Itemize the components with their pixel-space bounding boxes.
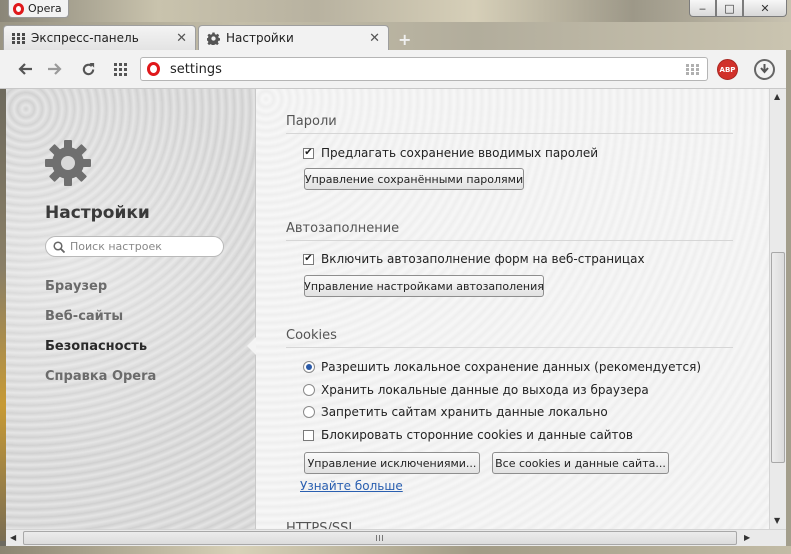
sidebar-item-help[interactable]: Справка Opera [45, 369, 156, 384]
opera-page-icon [147, 62, 160, 76]
cookies-allow-radio[interactable]: Разрешить локальное сохранение данных (р… [303, 360, 701, 374]
checkbox-unchecked[interactable] [303, 429, 314, 441]
divider [286, 347, 733, 348]
section-title-passwords: Пароли [286, 114, 337, 129]
horizontal-scrollbar[interactable]: ◀ ▶ [6, 529, 786, 546]
settings-page: Настройки Браузер Веб-сайты Безопасность… [6, 89, 769, 541]
scroll-right-icon[interactable]: ▶ [744, 533, 750, 542]
section-title-cookies: Cookies [286, 328, 337, 343]
adblock-plus-button[interactable]: ABP [717, 59, 738, 80]
scroll-thumb[interactable] [23, 531, 737, 545]
current-section-pointer [247, 337, 256, 355]
manage-autofill-button[interactable]: Управление настройками автозаполения [304, 275, 544, 297]
cookies-session-radio[interactable]: Хранить локальные данные до выхода из бр… [303, 383, 649, 397]
block-third-party-option[interactable]: Блокировать сторонние cookies и данные с… [303, 428, 633, 442]
address-text: settings [170, 61, 222, 77]
cookies-block-radio[interactable]: Запретить сайтам хранить данные локально [303, 405, 608, 419]
minimize-button[interactable]: ‒ [689, 0, 716, 17]
divider [286, 133, 733, 134]
offer-save-passwords-option[interactable]: ✔ Предлагать сохранение вводимых паролей [303, 146, 598, 160]
option-label: Хранить локальные данные до выхода из бр… [321, 383, 649, 397]
enable-autofill-option[interactable]: ✔ Включить автозаполнение форм на веб-ст… [303, 252, 645, 266]
tab-settings[interactable]: Настройки ✕ [198, 25, 389, 50]
download-icon [760, 64, 769, 74]
tab-strip: Экспресс-панель ✕ Настройки ✕ + [0, 22, 791, 50]
close-tab-icon[interactable]: ✕ [369, 31, 380, 46]
grid-icon [12, 32, 25, 44]
minimize-icon: ‒ [699, 1, 706, 15]
checkbox-checked[interactable]: ✔ [303, 147, 314, 159]
settings-search[interactable] [45, 236, 224, 257]
grip-icon [376, 535, 384, 541]
add-to-speed-dial-icon[interactable] [686, 64, 699, 75]
downloads-button[interactable] [754, 59, 775, 80]
all-cookies-button[interactable]: Все cookies и данные сайта... [492, 452, 669, 474]
close-tab-icon[interactable]: ✕ [176, 31, 187, 46]
learn-more-link[interactable]: Узнайте больше [300, 479, 403, 493]
manage-exceptions-button[interactable]: Управление исключениями... [304, 452, 480, 474]
app-title: Opera [28, 2, 62, 15]
gear-icon [207, 32, 220, 45]
opera-logo-icon [13, 2, 24, 15]
sidebar-item-browser[interactable]: Браузер [45, 279, 107, 294]
section-title-autofill: Автозаполнение [286, 221, 400, 236]
sidebar-item-websites[interactable]: Веб-сайты [45, 309, 123, 324]
window-frame-right [786, 50, 791, 546]
speed-dial-button[interactable] [109, 59, 131, 79]
maximize-button[interactable]: □ [716, 0, 743, 17]
checkbox-checked[interactable]: ✔ [303, 253, 314, 265]
new-tab-button[interactable]: + [398, 30, 411, 49]
reload-button[interactable] [77, 59, 99, 79]
back-button[interactable] [14, 59, 36, 79]
settings-sidebar: Настройки Браузер Веб-сайты Безопасность… [6, 89, 256, 541]
close-window-button[interactable]: ✕ [743, 0, 787, 17]
option-label: Включить автозаполнение форм на веб-стра… [321, 252, 645, 266]
radio-unselected[interactable] [303, 406, 315, 418]
settings-main: Пароли ✔ Предлагать сохранение вводимых … [256, 89, 769, 541]
scroll-down-icon[interactable]: ▼ [774, 516, 780, 525]
scroll-up-icon[interactable]: ▲ [774, 92, 780, 101]
forward-button[interactable] [44, 59, 66, 79]
window-frame-bottom [0, 546, 791, 554]
back-icon [18, 63, 32, 75]
settings-title: Настройки [45, 203, 150, 223]
search-input[interactable] [68, 239, 222, 254]
speed-dial-icon [113, 62, 127, 76]
forward-icon [48, 63, 62, 75]
vertical-scrollbar[interactable]: ▲ ▼ [769, 89, 786, 529]
abp-label: ABP [719, 65, 736, 74]
tab-label: Настройки [226, 31, 294, 45]
tab-label: Экспресс-панель [31, 31, 139, 45]
title-bar: Opera ‒ □ ✕ [0, 0, 791, 22]
option-label: Разрешить локальное сохранение данных (р… [321, 360, 702, 374]
address-bar[interactable]: settings [140, 57, 708, 81]
sidebar-item-security[interactable]: Безопасность [45, 339, 147, 354]
toolbar: settings ABP [0, 50, 791, 89]
scroll-left-icon[interactable]: ◀ [10, 533, 16, 542]
divider [286, 240, 733, 241]
maximize-icon: □ [724, 1, 735, 15]
radio-selected[interactable] [303, 361, 315, 373]
close-icon: ✕ [760, 1, 770, 15]
reload-icon [82, 62, 94, 75]
option-label: Предлагать сохранение вводимых паролей [321, 146, 598, 160]
scroll-thumb[interactable] [771, 252, 785, 463]
tab-speed-dial[interactable]: Экспресс-панель ✕ [3, 25, 196, 50]
manage-passwords-button[interactable]: Управление сохранёнными паролями [304, 168, 524, 190]
opera-menu-button[interactable]: Opera [8, 0, 69, 18]
settings-gear-icon [45, 140, 91, 186]
option-label: Блокировать сторонние cookies и данные с… [321, 428, 633, 442]
search-icon [53, 240, 65, 253]
radio-unselected[interactable] [303, 384, 315, 396]
option-label: Запретить сайтам хранить данные локально [321, 405, 608, 419]
